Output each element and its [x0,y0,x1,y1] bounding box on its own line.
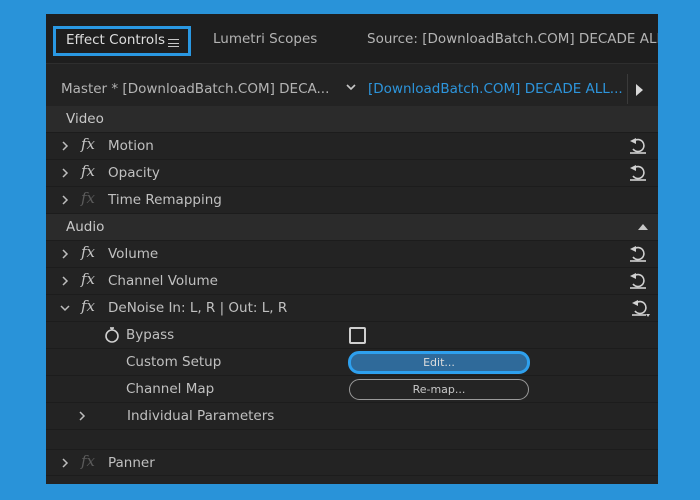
reset-icon[interactable] [628,272,648,290]
fx-icon[interactable]: fx [81,243,95,261]
fx-icon[interactable]: fx [81,270,95,288]
tab-source[interactable]: Source: [DownloadBatch.COM] DECADE ALL [367,28,658,52]
fx-icon: fx [81,452,96,470]
fx-icon: fx [81,189,96,207]
divider [627,74,628,104]
chevron-down-icon[interactable] [344,80,358,94]
effect-label-channel-volume: Channel Volume [108,273,218,289]
reset-icon[interactable] [628,164,648,182]
reset-icon[interactable] [628,245,648,263]
tab-effect-controls[interactable]: Effect Controls [53,26,191,56]
chevron-right-icon[interactable] [76,409,88,423]
effect-label-motion: Motion [108,138,154,154]
section-header-video[interactable]: Video [46,106,658,133]
bypass-checkbox[interactable] [349,327,366,344]
panel-tab-bar: Effect Controls Lumetri Scopes Source: [… [46,14,658,64]
chevron-right-icon[interactable] [59,139,71,153]
play-icon[interactable] [636,84,643,96]
param-label-channel-map: Channel Map [126,381,215,397]
reset-icon[interactable] [628,137,648,155]
section-header-audio[interactable]: Audio [46,214,658,241]
triangle-up-icon[interactable] [638,224,648,230]
effect-label-time-remapping: Time Remapping [108,192,222,208]
chevron-right-icon[interactable] [59,247,71,261]
chevron-down-icon[interactable] [59,301,71,315]
chevron-right-icon[interactable] [59,166,71,180]
param-row-channel-map: Channel Map Re-map... [46,376,658,403]
effect-row-channel-volume[interactable]: fx Channel Volume [46,268,658,295]
param-row-individual-parameters[interactable]: Individual Parameters [46,403,658,430]
effect-label-denoise: DeNoise In: L, R | Out: L, R [108,300,288,316]
selected-clip-label[interactable]: [DownloadBatch.COM] DECADE ALL... [368,81,623,97]
param-row-custom-setup: Custom Setup Edit... [46,349,658,376]
fx-icon[interactable]: fx [81,135,95,153]
fx-icon[interactable]: fx [81,162,95,180]
effect-row-opacity[interactable]: fx Opacity [46,160,658,187]
section-label-video: Video [66,111,104,127]
panel-menu-icon[interactable] [168,39,179,47]
effect-label-volume: Volume [108,246,159,262]
reset-dropdown-icon[interactable] [628,299,652,317]
param-row-bypass: Bypass [46,322,658,349]
clip-selector-row: Master * [DownloadBatch.COM] DECA... [Do… [46,72,658,106]
effect-label-panner: Panner [108,455,155,471]
tab-lumetri-scopes[interactable]: Lumetri Scopes [213,28,317,52]
param-label-custom-setup: Custom Setup [126,354,222,370]
master-clip-label[interactable]: Master * [DownloadBatch.COM] DECA... [61,81,329,97]
edit-button[interactable]: Edit... [348,351,530,374]
stopwatch-icon[interactable] [103,326,121,344]
param-label-bypass: Bypass [126,327,175,343]
remap-button[interactable]: Re-map... [349,379,529,400]
effect-row-time-remapping[interactable]: fx Time Remapping [46,187,658,214]
tab-effect-controls-label: Effect Controls [66,32,165,48]
section-label-audio: Audio [66,219,105,235]
effect-controls-panel: Effect Controls Lumetri Scopes Source: [… [46,14,658,484]
chevron-right-icon[interactable] [59,193,71,207]
effect-row-panner[interactable]: fx Panner [46,449,658,476]
chevron-right-icon[interactable] [59,456,71,470]
effect-label-opacity: Opacity [108,165,160,181]
effect-row-volume[interactable]: fx Volume [46,241,658,268]
fx-icon[interactable]: fx [81,297,95,315]
effect-row-motion[interactable]: fx Motion [46,133,658,160]
param-label-individual-parameters: Individual Parameters [127,408,275,424]
effect-row-denoise[interactable]: fx DeNoise In: L, R | Out: L, R [46,295,658,322]
chevron-right-icon[interactable] [59,274,71,288]
